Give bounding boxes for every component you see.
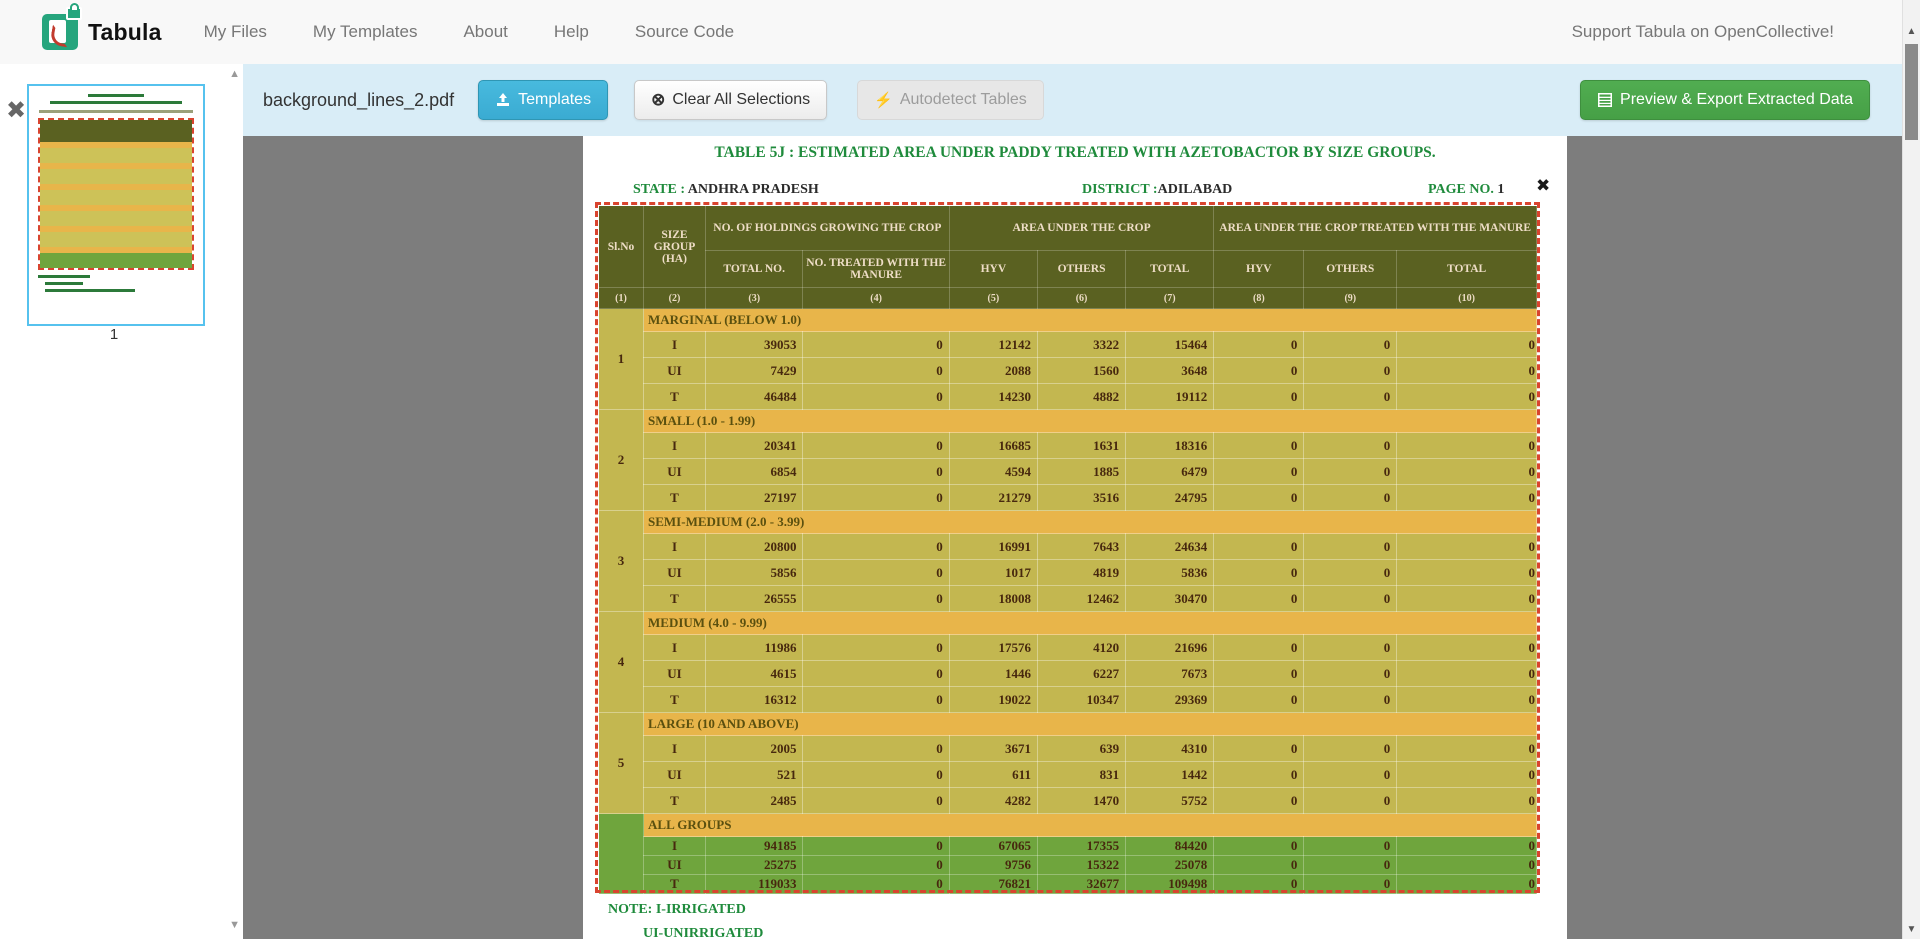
selection-close-icon[interactable]: ✖ (1536, 176, 1550, 196)
autodetect-tables-button[interactable]: ⚡ Autodetect Tables (857, 80, 1044, 120)
district-label: DISTRICT : (1082, 182, 1158, 197)
clear-all-selections-label: Clear All Selections (672, 91, 810, 109)
scrollbar-thumb[interactable] (1905, 44, 1918, 140)
page-no-value: 1 (1497, 182, 1504, 197)
nav-my-files[interactable]: My Files (204, 22, 267, 42)
document-toolbar: background_lines_2.pdf Templates ⊗ Clear… (243, 64, 1920, 136)
page-thumbnail[interactable] (27, 84, 205, 326)
page-no-label: PAGE NO. (1428, 182, 1494, 197)
nav-help[interactable]: Help (554, 22, 589, 42)
support-link[interactable]: Support Tabula on OpenCollective! (1572, 22, 1834, 42)
sidebar-scroll-up-icon[interactable]: ▲ (229, 68, 240, 80)
lightning-icon: ⚡ (874, 91, 893, 109)
nav-menu: My Files My Templates About Help Source … (204, 22, 734, 42)
page-sidebar: ✖ 1 ▲ ▼ (0, 64, 243, 939)
pdf-note-line1: NOTE: I-IRRIGATED (608, 902, 746, 918)
brand-link[interactable]: Tabula (42, 14, 162, 50)
nav-source-code[interactable]: Source Code (635, 22, 734, 42)
remove-page-icon[interactable]: ✖ (6, 98, 26, 122)
thumbnail-page-number: 1 (27, 326, 201, 343)
templates-button-label: Templates (518, 91, 591, 109)
table-selection-box[interactable] (595, 202, 1540, 893)
scrollbar-up-icon[interactable]: ▲ (1903, 26, 1920, 37)
spreadsheet-icon (1597, 92, 1613, 108)
save-template-icon (495, 92, 511, 108)
nav-my-templates[interactable]: My Templates (313, 22, 418, 42)
page-scrollbar: ▲ ▼ (1902, 0, 1920, 939)
clear-all-selections-button[interactable]: ⊗ Clear All Selections (634, 80, 827, 120)
clear-selections-icon: ⊗ (651, 90, 665, 110)
top-navbar: Tabula My Files My Templates About Help … (0, 0, 1920, 65)
district-value: ADILABAD (1158, 182, 1233, 197)
pdf-page[interactable]: TABLE 5J : ESTIMATED AREA UNDER PADDY TR… (583, 136, 1567, 939)
page-thumbnail-preview (29, 86, 203, 324)
pdf-table-title: TABLE 5J : ESTIMATED AREA UNDER PADDY TR… (583, 144, 1567, 162)
brand-name: Tabula (88, 19, 162, 46)
preview-export-label: Preview & Export Extracted Data (1620, 91, 1853, 109)
state-label: STATE : (633, 182, 685, 197)
scrollbar-down-icon[interactable]: ▼ (1903, 924, 1920, 935)
workspace: TABLE 5J : ESTIMATED AREA UNDER PADDY TR… (243, 136, 1903, 939)
pdf-note-line2: UI-UNIRRIGATED (643, 926, 763, 939)
document-filename: background_lines_2.pdf (263, 90, 454, 111)
tabula-app: Tabula My Files My Templates About Help … (0, 0, 1920, 939)
autodetect-tables-label: Autodetect Tables (900, 91, 1027, 109)
state-value: ANDHRA PRADESH (688, 182, 819, 197)
pdf-meta-row: STATE : ANDHRA PRADESH DISTRICT :ADILABA… (583, 182, 1567, 200)
preview-export-button[interactable]: Preview & Export Extracted Data (1580, 80, 1870, 120)
templates-button[interactable]: Templates (478, 80, 608, 120)
tabula-logo-icon (42, 14, 78, 50)
nav-about[interactable]: About (463, 22, 507, 42)
sidebar-scroll-down-icon[interactable]: ▼ (229, 919, 240, 931)
